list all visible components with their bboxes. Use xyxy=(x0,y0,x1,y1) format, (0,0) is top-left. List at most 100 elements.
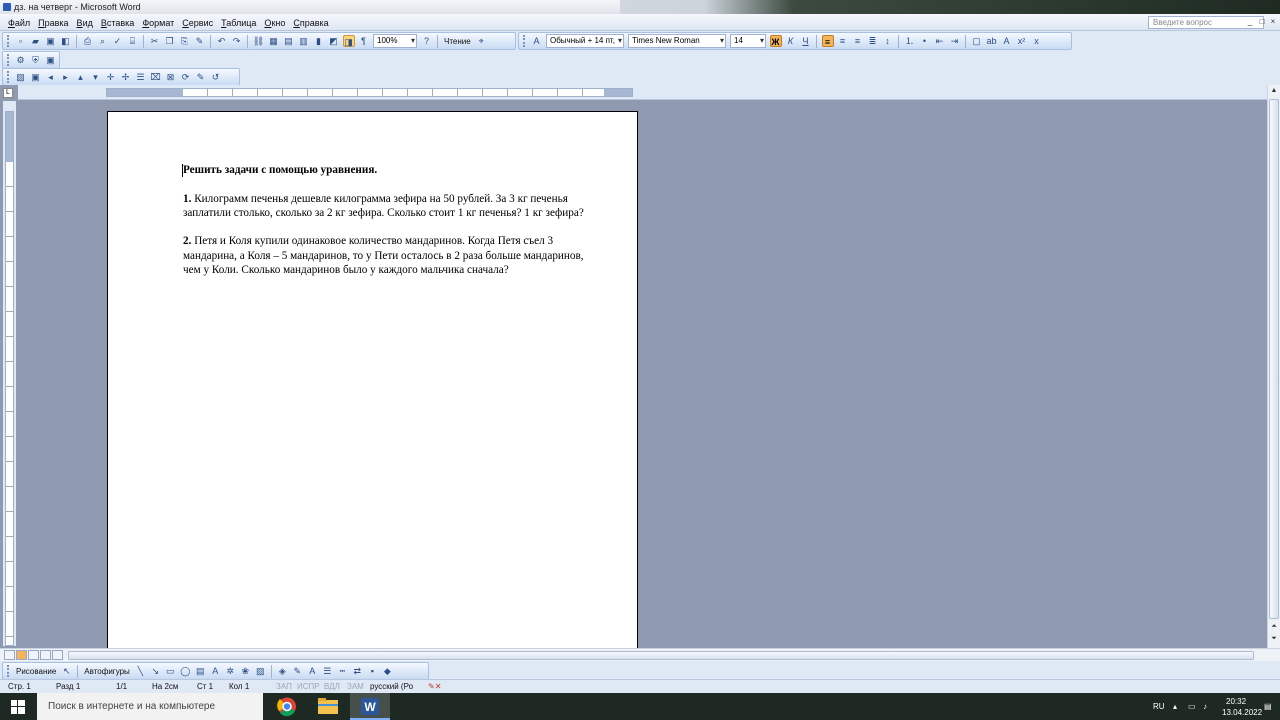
reading-view-icon[interactable] xyxy=(52,650,63,660)
reset-icon[interactable]: ↺ xyxy=(210,71,222,83)
print-icon[interactable]: ⎙ xyxy=(82,35,94,47)
oval-icon[interactable]: ◯ xyxy=(179,665,191,677)
spelling-icon[interactable]: ✓ xyxy=(112,35,124,47)
clock-time[interactable]: 20:32 xyxy=(1226,697,1246,707)
textbox-icon[interactable]: ▤ xyxy=(194,665,206,677)
web-layout-view-icon[interactable] xyxy=(16,650,27,660)
notifications-icon[interactable]: ▤ xyxy=(1264,693,1272,720)
paste-icon[interactable]: ⎘ xyxy=(179,35,191,47)
line-style-icon[interactable]: ☰ xyxy=(321,665,333,677)
toolbar-grip[interactable] xyxy=(7,71,10,83)
lines-icon[interactable]: ☰ xyxy=(135,71,147,83)
tray-overflow-icon[interactable]: ▴ xyxy=(1173,693,1177,720)
align-center-icon[interactable]: ≡ xyxy=(837,35,849,47)
horizontal-scroll-thumb[interactable] xyxy=(68,651,1254,660)
control-icon[interactable]: ▣ xyxy=(45,54,57,66)
line-spacing-icon[interactable]: ↕ xyxy=(882,35,894,47)
save-icon[interactable]: ▣ xyxy=(45,35,57,47)
justify-icon[interactable]: ≣ xyxy=(867,35,879,47)
compress-icon[interactable]: ⊠ xyxy=(165,71,177,83)
rectangle-icon[interactable]: ▭ xyxy=(164,665,176,677)
vertical-scroll-thumb[interactable] xyxy=(1269,99,1279,619)
drawing-icon[interactable]: ◩ xyxy=(328,35,340,47)
cut-icon[interactable]: ✂ xyxy=(149,35,161,47)
outline-view-icon[interactable] xyxy=(40,650,51,660)
research-icon[interactable]: ⌸ xyxy=(127,35,139,47)
arrow-left-icon[interactable]: ◂ xyxy=(45,71,57,83)
rotate-icon[interactable]: ⟳ xyxy=(180,71,192,83)
styles-pane-icon[interactable]: A xyxy=(531,35,543,47)
edit-icon[interactable]: ✎ xyxy=(195,71,207,83)
tables-borders-icon[interactable]: ▦ xyxy=(268,35,280,47)
undo-icon[interactable]: ↶ xyxy=(216,35,228,47)
new-document-icon[interactable]: ▫ xyxy=(15,35,27,47)
clear-formatting-icon[interactable]: x xyxy=(1031,35,1043,47)
copy-icon[interactable]: ❐ xyxy=(164,35,176,47)
status-overtype[interactable]: ЗАМ xyxy=(347,680,364,694)
dash-style-icon[interactable]: ┅ xyxy=(336,665,348,677)
highlight-icon[interactable]: ab xyxy=(986,35,998,47)
restore-doc-button[interactable]: □ xyxy=(1257,17,1267,27)
columns-icon[interactable]: ▮ xyxy=(313,35,325,47)
prev-page-icon[interactable]: ⏶ xyxy=(1268,621,1280,633)
vertical-scrollbar[interactable]: ▲ ⏶ ⏷ xyxy=(1267,85,1280,648)
menu-tools[interactable]: Сервис xyxy=(178,18,217,28)
insert-excel-icon[interactable]: ▥ xyxy=(298,35,310,47)
italic-button[interactable]: К xyxy=(785,35,797,47)
increase-indent-icon[interactable]: ⇥ xyxy=(949,35,961,47)
wordart-icon[interactable]: A xyxy=(209,665,221,677)
macro-icon[interactable]: ⚙ xyxy=(15,54,27,66)
vertical-ruler[interactable] xyxy=(3,101,16,646)
status-record[interactable]: ЗАП xyxy=(276,680,292,694)
arrow-up-icon[interactable]: ▴ xyxy=(75,71,87,83)
3d-style-icon[interactable]: ◆ xyxy=(381,665,393,677)
toolbar-grip[interactable] xyxy=(7,665,10,677)
arrow-right-icon[interactable]: ▸ xyxy=(60,71,72,83)
menu-window[interactable]: Окно xyxy=(260,18,289,28)
tab-stop-selector-icon[interactable]: L xyxy=(3,88,13,98)
next-page-icon[interactable]: ⏷ xyxy=(1268,633,1280,645)
chrome-taskbar-icon[interactable] xyxy=(267,693,307,720)
document-map-icon[interactable]: ◨ xyxy=(342,35,355,47)
autoshapes-menu-button[interactable]: Автофигуры xyxy=(81,667,133,676)
font-color-icon[interactable]: A xyxy=(1001,35,1013,47)
permission-icon[interactable]: ◧ xyxy=(60,35,72,47)
toolbar-grip[interactable] xyxy=(523,35,526,47)
reading-mode-button[interactable]: Чтение xyxy=(441,37,474,46)
task-paragraph-1[interactable]: 1. Килограмм печенья дешевле килограмма … xyxy=(183,192,595,221)
superscript-icon[interactable]: x² xyxy=(1016,35,1028,47)
minimize-doc-button[interactable]: _ xyxy=(1245,17,1255,27)
find-icon[interactable]: ⌖ xyxy=(475,35,487,47)
network-icon[interactable]: ▭ xyxy=(1188,693,1196,720)
underline-button[interactable]: Ч xyxy=(800,35,812,47)
draw-font-color-icon[interactable]: A xyxy=(306,665,318,677)
print-layout-view-icon[interactable] xyxy=(28,650,39,660)
print-preview-icon[interactable]: ⌕ xyxy=(97,35,109,47)
picture-icon[interactable]: ▨ xyxy=(254,665,266,677)
decrease-indent-icon[interactable]: ⇤ xyxy=(934,35,946,47)
document-page[interactable]: Решить задачи с помощью уравнения. 1. Ки… xyxy=(107,111,638,651)
clipart-icon[interactable]: ❀ xyxy=(239,665,251,677)
menu-format[interactable]: Формат xyxy=(138,18,178,28)
font-size-select[interactable]: 14 xyxy=(730,34,766,48)
open-folder-icon[interactable]: ▰ xyxy=(30,35,42,47)
select-objects-icon[interactable]: ↖ xyxy=(61,665,73,677)
scroll-up-icon[interactable]: ▲ xyxy=(1268,85,1280,97)
start-button[interactable] xyxy=(0,693,37,720)
bullets-icon[interactable]: • xyxy=(919,35,931,47)
format-painter-icon[interactable]: ✎ xyxy=(194,35,206,47)
status-extend[interactable]: ВДЛ xyxy=(324,680,340,694)
style-select[interactable]: Обычный + 14 пт, xyxy=(546,34,624,48)
zoom-select[interactable]: 100% xyxy=(373,34,417,48)
borders-icon[interactable]: ▢ xyxy=(971,35,983,47)
insert-table-icon[interactable]: ▤ xyxy=(283,35,295,47)
document-body[interactable]: Решить задачи с помощью уравнения. 1. Ки… xyxy=(183,163,595,292)
crop-icon[interactable]: ⌧ xyxy=(150,71,162,83)
task-paragraph-2[interactable]: 2. Петя и Коля купили одинаковое количес… xyxy=(183,234,595,277)
volume-icon[interactable]: ♪ xyxy=(1203,693,1207,720)
fit-icon[interactable]: ✛ xyxy=(105,71,117,83)
bold-button[interactable]: Ж xyxy=(769,35,782,47)
arrow-style-icon[interactable]: ⇄ xyxy=(351,665,363,677)
toolbar-grip[interactable] xyxy=(7,35,10,47)
help-icon[interactable]: ? xyxy=(421,35,433,47)
